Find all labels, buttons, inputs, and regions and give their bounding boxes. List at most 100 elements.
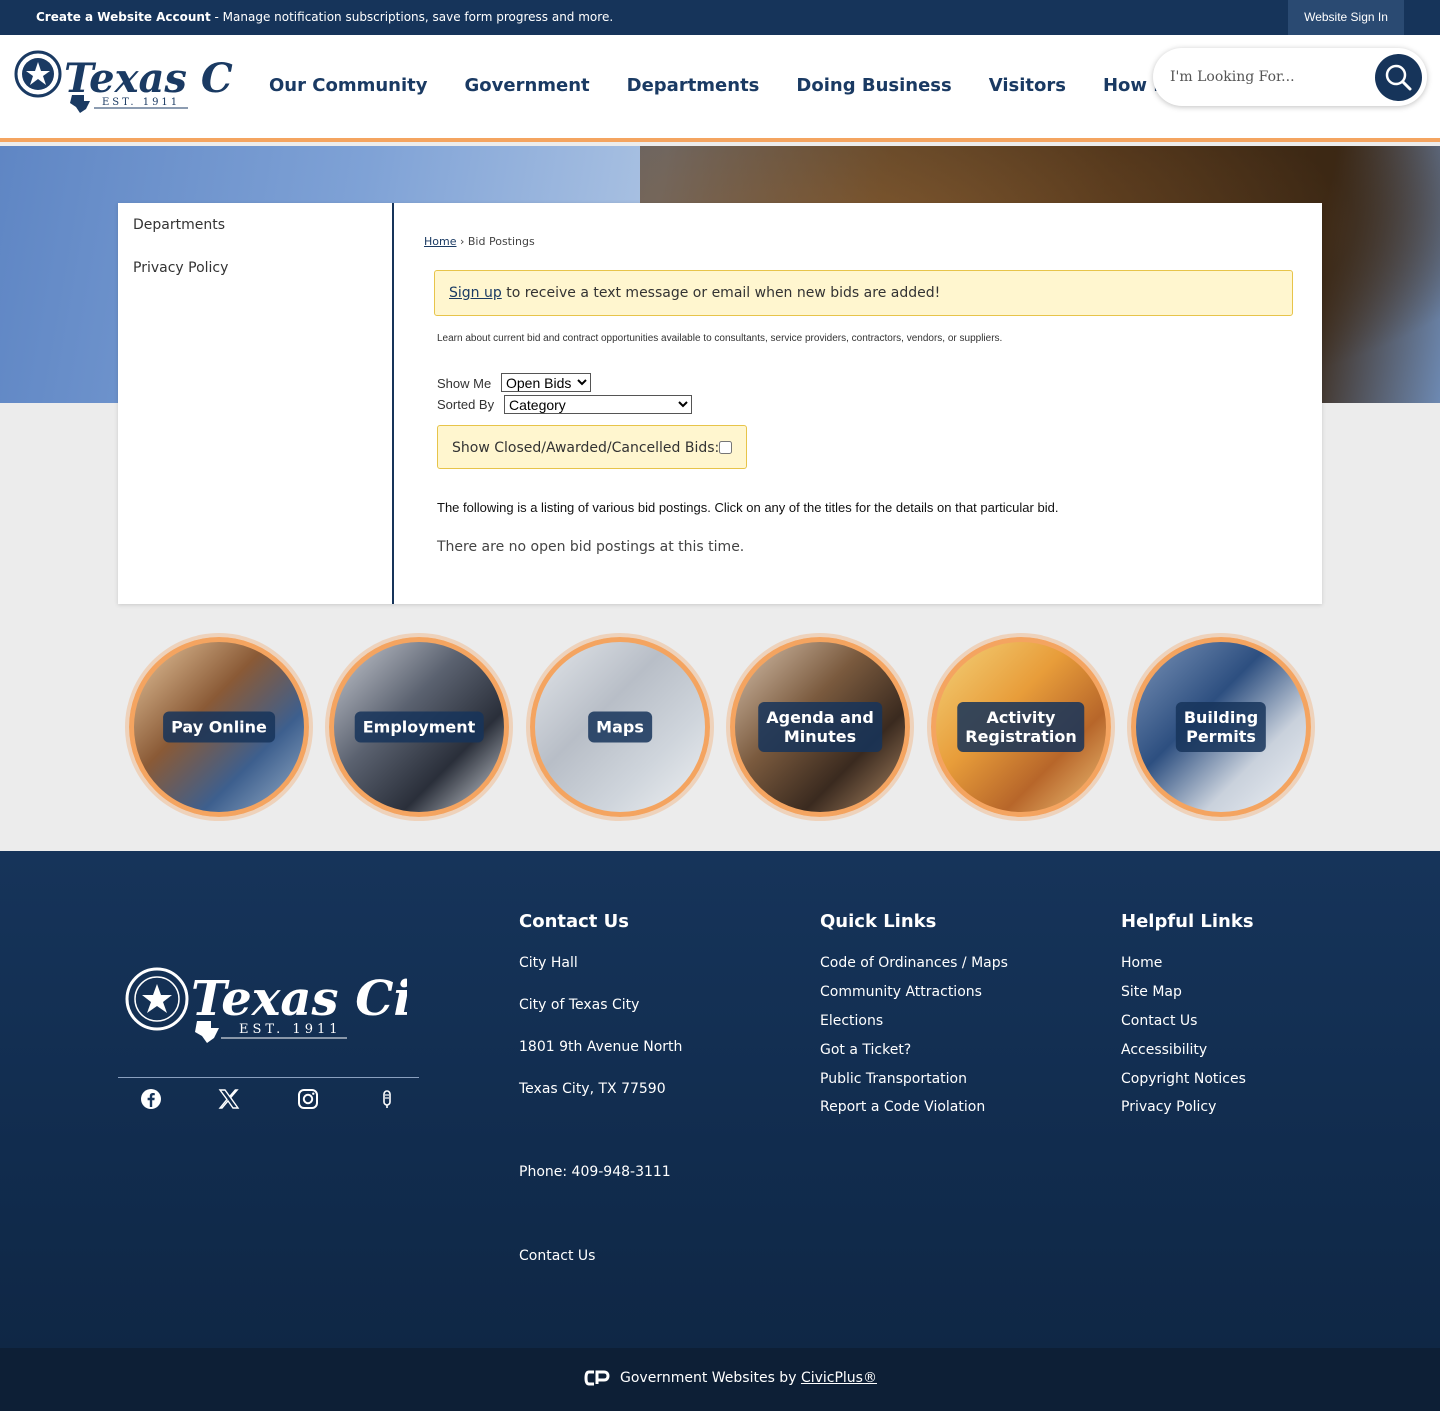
footer-quick-link[interactable]: Report a Code Violation (820, 1099, 985, 1115)
search-input[interactable] (1170, 63, 1370, 91)
side-nav: Departments Privacy Policy (118, 203, 394, 604)
signup-alert-text: to receive a text message or email when … (501, 285, 941, 301)
footer-quick-link[interactable]: Code of Ordinances / Maps (820, 955, 1008, 971)
footer-contact-phone[interactable]: Phone: 409-948-3111 (519, 1164, 671, 1180)
footer-quick-link[interactable]: Got a Ticket? (820, 1042, 911, 1058)
create-account-link[interactable]: Create a Website Account (36, 10, 211, 24)
site-footer: Texas City EST. 1911 Contact Us City Hal… (0, 851, 1440, 1348)
breadcrumb: Home › Bid Postings (424, 235, 535, 248)
signup-alert: Sign up to receive a text message or ema… (434, 270, 1293, 316)
civicplus-icon (584, 1370, 610, 1386)
footer-contact-line: Texas City, TX 77590 (519, 1081, 666, 1097)
sorted-by-select[interactable]: Category (504, 395, 692, 414)
sidebar-item-privacy-policy[interactable]: Privacy Policy (133, 260, 228, 276)
footer-quick-title: Quick Links (820, 911, 937, 932)
breadcrumb-current: Bid Postings (467, 235, 535, 248)
civicplus-link[interactable]: CivicPlus® (801, 1370, 877, 1386)
footer-quick-column: Quick Links (820, 911, 936, 932)
quick-link-building-permits[interactable]: Building Permits (1131, 637, 1311, 817)
footer-divider (118, 1077, 419, 1078)
show-closed-checkbox[interactable] (719, 441, 732, 454)
x-icon[interactable] (217, 1087, 241, 1111)
bottom-bar: Government Websites by CivicPlus® (0, 1348, 1440, 1411)
civicplus-credit-text: Government Websites by (620, 1370, 801, 1386)
quick-link-line1: Activity (986, 708, 1056, 727)
quick-link-line1: Building (1183, 708, 1259, 727)
footer-quick-link[interactable]: Public Transportation (820, 1071, 967, 1087)
quick-link-label: Maps (588, 711, 652, 743)
search-icon (1385, 64, 1412, 91)
listing-text: The following is a listing of various bi… (437, 500, 1059, 515)
quick-link-line2: Minutes (783, 727, 857, 746)
quick-link-line1: Maps (596, 717, 644, 737)
footer-quick-link[interactable]: Elections (820, 1013, 883, 1029)
civicplus-credit: Government Websites by CivicPlus® (620, 1370, 877, 1386)
instagram-icon[interactable] (296, 1087, 320, 1111)
quick-link-pay-online[interactable]: Pay Online (129, 637, 309, 817)
quick-link-line2: Registration (965, 727, 1077, 746)
sorted-by-label: Sorted By (437, 397, 495, 412)
footer-helpful-link[interactable]: Site Map (1121, 984, 1182, 1000)
website-sign-in-button[interactable]: Website Sign In (1288, 0, 1404, 35)
footer-quick-link[interactable]: Community Attractions (820, 984, 982, 1000)
sidebar-item-departments[interactable]: Departments (133, 217, 225, 233)
site-header: Texas City EST. 1911 Our Community Gover… (0, 35, 1440, 142)
quick-link-employment[interactable]: Employment (329, 637, 509, 817)
intro-text: Learn about current bid and contract opp… (437, 333, 1003, 344)
breadcrumb-home[interactable]: Home (424, 235, 456, 248)
footer-contact-us-link[interactable]: Contact Us (519, 1248, 595, 1264)
quick-link-label: Pay Online (163, 711, 275, 743)
quick-link-line1: Pay Online (171, 717, 267, 737)
quick-link-label: Building Permits (1175, 702, 1267, 752)
sign-up-link[interactable]: Sign up (449, 285, 502, 301)
create-account-message[interactable]: Create a Website Account - Manage notifi… (36, 10, 613, 24)
quick-link-line1: Agenda and (766, 708, 874, 727)
footer-contact-column: Contact Us (519, 911, 629, 932)
svg-text:Texas City: Texas City (64, 55, 234, 102)
nav-our-community[interactable]: Our Community (269, 75, 427, 96)
main-nav: Our Community Government Departments Doi… (250, 75, 1251, 96)
facebook-icon[interactable] (139, 1087, 163, 1111)
footer-helpful-link[interactable]: Copyright Notices (1121, 1071, 1246, 1087)
quick-link-line1: Employment (362, 717, 476, 737)
no-bids-message: There are no open bid postings at this t… (437, 539, 745, 555)
footer-contact-line: 1801 9th Avenue North (519, 1039, 683, 1055)
svg-text:EST. 1911: EST. 1911 (102, 97, 180, 108)
footer-contact-line: City Hall (519, 955, 578, 971)
quick-link-label: Activity Registration (957, 702, 1085, 752)
show-closed-label: Show Closed/Awarded/Cancelled Bids: (452, 440, 720, 456)
footer-helpful-link[interactable]: Privacy Policy (1121, 1099, 1216, 1115)
search-button[interactable] (1375, 54, 1422, 101)
quick-link-activity-registration[interactable]: Activity Registration (931, 637, 1111, 817)
footer-contact-line: City of Texas City (519, 997, 640, 1013)
footer-helpful-link[interactable]: Home (1121, 955, 1162, 971)
top-bar: Create a Website Account - Manage notifi… (0, 0, 1440, 35)
texas-city-logo[interactable]: Texas City EST. 1911 (14, 47, 234, 117)
breadcrumb-separator: › (456, 235, 468, 248)
quick-link-label: Agenda and Minutes (758, 702, 882, 752)
show-closed-box: Show Closed/Awarded/Cancelled Bids: (437, 425, 747, 469)
footer-helpful-link[interactable]: Contact Us (1121, 1013, 1197, 1029)
nav-visitors[interactable]: Visitors (989, 75, 1066, 96)
notify-icon[interactable] (375, 1087, 399, 1111)
svg-text:Texas City: Texas City (191, 971, 407, 1027)
show-me-select[interactable]: Open Bids (501, 373, 591, 392)
content-card: Departments Privacy Policy Home › Bid Po… (118, 203, 1322, 604)
create-account-text: - Manage notification subscriptions, sav… (210, 10, 614, 24)
nav-doing-business[interactable]: Doing Business (796, 75, 951, 96)
search-box (1153, 48, 1427, 106)
nav-government[interactable]: Government (464, 75, 589, 96)
show-me-label: Show Me (437, 376, 492, 391)
footer-logo[interactable]: Texas City EST. 1911 (125, 959, 407, 1049)
quick-link-agenda-minutes[interactable]: Agenda and Minutes (730, 637, 910, 817)
nav-departments[interactable]: Departments (627, 75, 760, 96)
main-content: Home › Bid Postings Sign up to receive a… (395, 203, 1322, 604)
svg-text:EST. 1911: EST. 1911 (239, 1022, 342, 1037)
quick-link-label: Employment (354, 711, 484, 743)
footer-contact-title: Contact Us (519, 911, 630, 932)
footer-helpful-title: Helpful Links (1121, 911, 1254, 932)
footer-helpful-column: Helpful Links (1121, 911, 1254, 932)
quick-link-line2: Permits (1186, 727, 1256, 746)
footer-helpful-link[interactable]: Accessibility (1121, 1042, 1207, 1058)
quick-link-maps[interactable]: Maps (530, 637, 710, 817)
